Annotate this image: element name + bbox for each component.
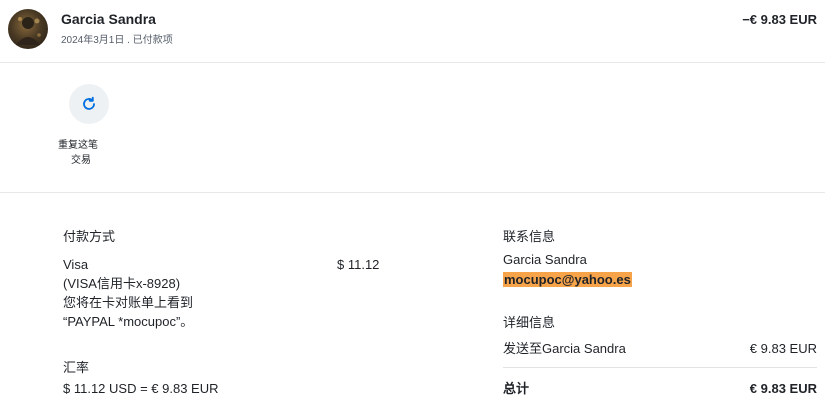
transaction-amount: −€ 9.83 EUR — [742, 12, 817, 27]
total-label: 总计 — [503, 381, 530, 396]
details-divider — [503, 367, 817, 368]
contact-email-wrap: mocupoc@yahoo.es — [503, 270, 632, 289]
payment-method-line4: “PAYPAL *mocupoc”。 — [63, 314, 194, 329]
actions-divider — [0, 192, 825, 193]
exchange-rate-title: 汇率 — [63, 360, 90, 375]
contact-info-title: 联系信息 — [503, 229, 556, 244]
repeat-label-line1: 重复这笔 — [58, 140, 98, 151]
repeat-transaction-button[interactable] — [69, 84, 109, 124]
exchange-rate-value: $ 11.12 USD = € 9.83 EUR — [63, 381, 219, 396]
contact-name: Garcia Sandra — [503, 252, 587, 267]
payment-method-title: 付款方式 — [63, 229, 116, 244]
transaction-detail-page: Garcia Sandra 2024年3月1日 . 已付款项 −€ 9.83 E… — [0, 0, 825, 404]
ship-to-label: 发送至Garcia Sandra — [503, 341, 626, 356]
avatar-image — [16, 17, 41, 45]
ship-to-amount: € 9.83 EUR — [749, 341, 817, 356]
counterparty-name: Garcia Sandra — [61, 11, 156, 27]
refresh-icon — [83, 96, 95, 110]
payment-amount: $ 11.12 — [337, 257, 380, 272]
avatar — [8, 9, 48, 49]
total-amount: € 9.83 EUR — [749, 381, 817, 396]
header-divider — [0, 62, 825, 63]
payment-method-line3: 您将在卡对账单上看到 — [63, 295, 194, 310]
transaction-date-status: 2024年3月1日 . 已付款项 — [61, 35, 173, 46]
details-title: 详细信息 — [503, 315, 556, 330]
repeat-label-line2: 交易 — [71, 155, 91, 166]
repeat-transaction-label[interactable]: 重复这笔 交易 — [58, 138, 120, 168]
contact-email[interactable]: mocupoc@yahoo.es — [503, 272, 632, 287]
payment-method-line2: (VISA信用卡x-8928) — [63, 276, 181, 291]
payment-method-line1: Visa — [63, 257, 89, 272]
